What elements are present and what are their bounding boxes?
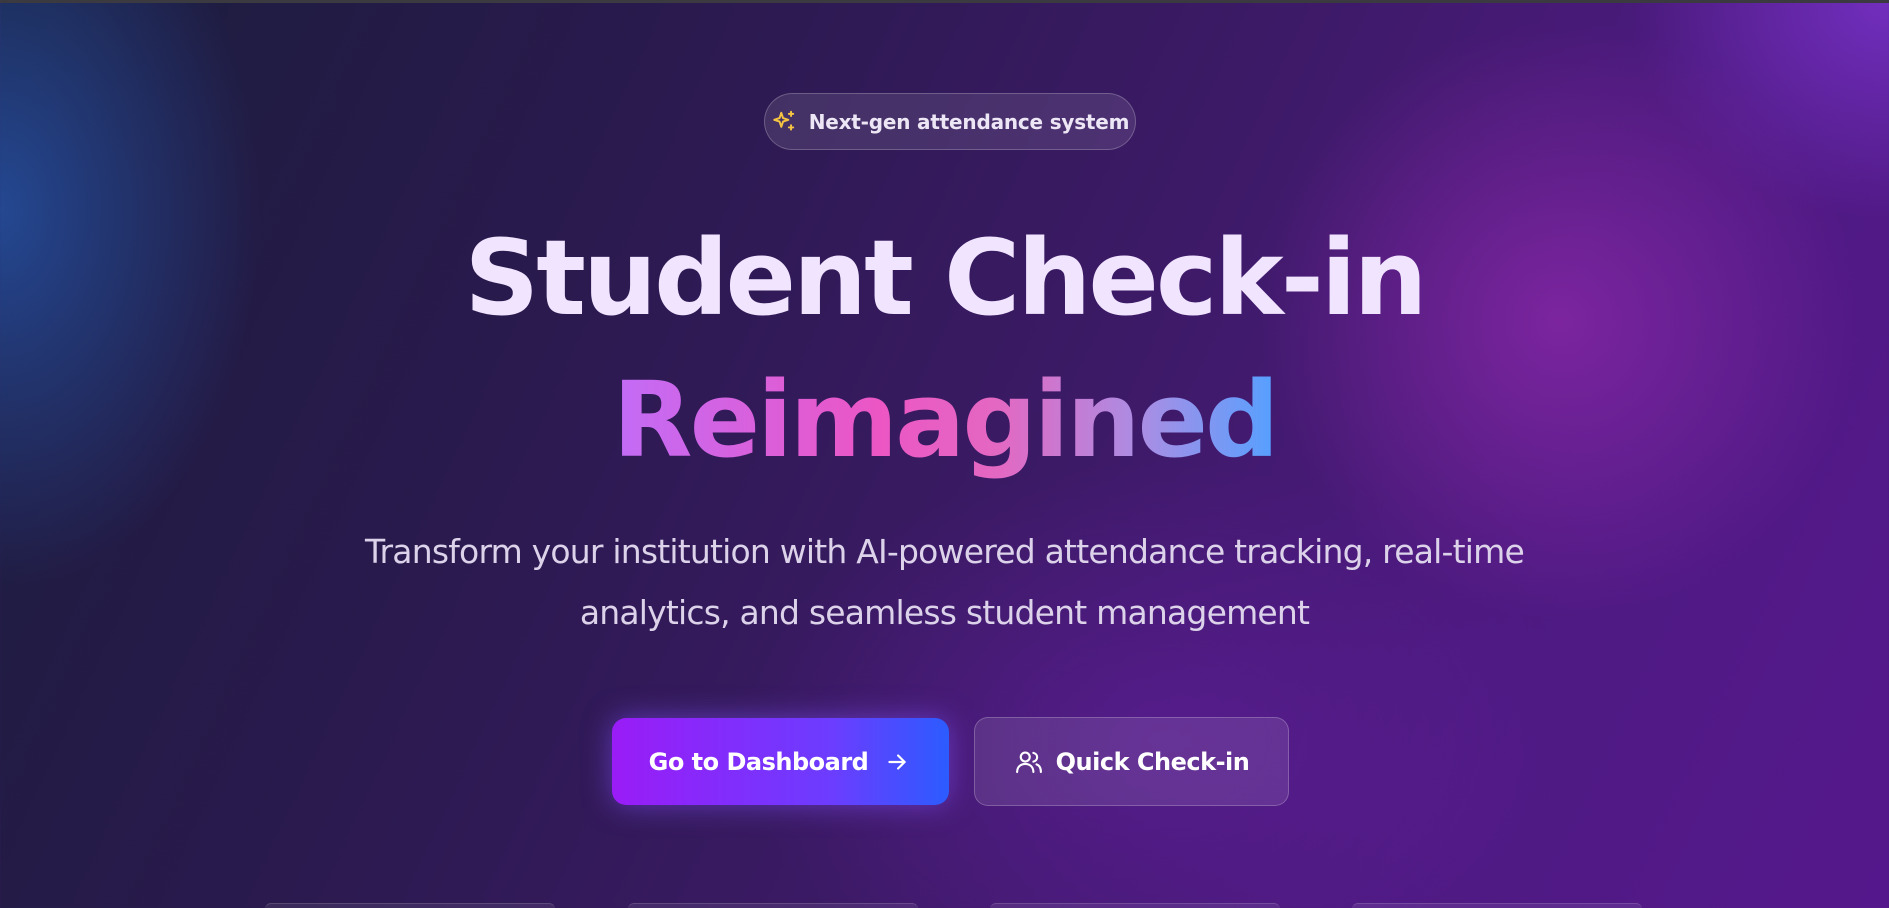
announcement-badge: Next-gen attendance system xyxy=(764,93,1136,150)
feature-card-peek xyxy=(1352,903,1642,908)
quick-check-in-button[interactable]: Quick Check-in xyxy=(974,717,1289,806)
arrow-right-icon xyxy=(882,747,912,777)
feature-card-peek xyxy=(628,903,918,908)
go-to-dashboard-label: Go to Dashboard xyxy=(648,747,869,776)
feature-card-peek xyxy=(265,903,555,908)
hero-title-line1: Student Check-in xyxy=(464,217,1427,339)
feature-card-peek xyxy=(990,903,1280,908)
quick-check-in-label: Quick Check-in xyxy=(1055,747,1250,776)
go-to-dashboard-button[interactable]: Go to Dashboard xyxy=(612,718,949,805)
hero-section: Next-gen attendance system Student Check… xyxy=(0,0,1889,908)
hero-subtitle: Transform your institution with AI-power… xyxy=(365,532,1525,632)
hero-title-highlight: Reimagined xyxy=(612,359,1280,481)
hero-title-line2: Reimagined xyxy=(0,350,1889,490)
feature-cards-peek xyxy=(0,903,1889,908)
sparkles-icon xyxy=(771,109,797,135)
badge-text: Next-gen attendance system xyxy=(808,109,1130,134)
users-icon xyxy=(1014,747,1044,777)
